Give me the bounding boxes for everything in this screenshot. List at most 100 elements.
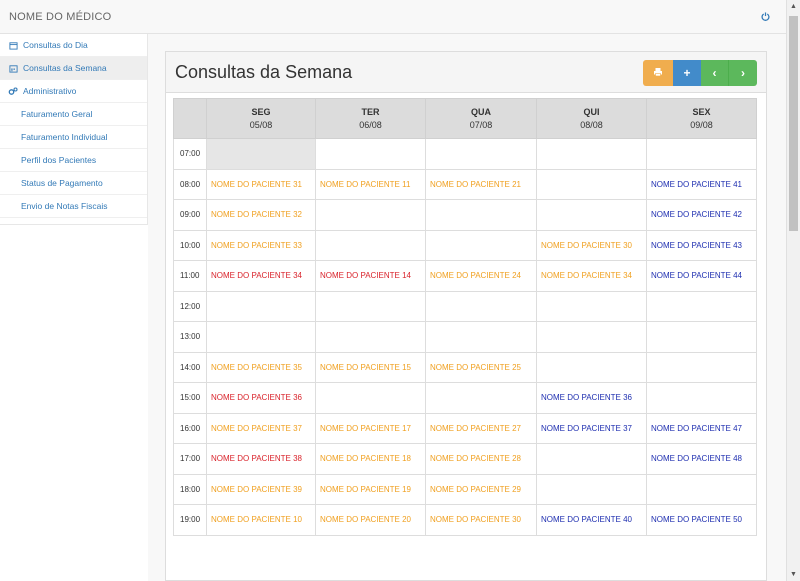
appointment-cell[interactable]: NOME DO PACIENTE 14 <box>315 260 426 292</box>
prev-week-button[interactable]: ‹ <box>701 60 729 86</box>
empty-slot-cell[interactable] <box>646 138 757 170</box>
appointment-cell[interactable]: NOME DO PACIENTE 35 <box>206 351 316 383</box>
chevron-left-icon: ‹ <box>712 66 717 80</box>
table-row: 16:00 NOME DO PACIENTE 37 NOME DO PACIENTE… <box>173 412 757 444</box>
print-button[interactable] <box>643 60 673 86</box>
sidebar-item-notas-fiscais[interactable]: Envio de Notas Fiscais <box>0 195 147 218</box>
scroll-down-icon[interactable]: ▼ <box>790 571 797 578</box>
appointment-cell[interactable]: NOME DO PACIENTE 32 <box>206 199 316 231</box>
table-row: 15:00 NOME DO PACIENTE 36 NOME DO PACIENTE… <box>173 382 757 414</box>
day-header: SEG 05/08 <box>206 98 316 139</box>
appointment-cell[interactable]: NOME DO PACIENTE 38 <box>206 443 316 475</box>
time-column-header <box>173 98 207 139</box>
empty-slot-cell[interactable] <box>646 351 757 383</box>
empty-slot-cell[interactable] <box>646 321 757 353</box>
sidebar-item-perfil-pacientes[interactable]: Perfil dos Pacientes <box>0 149 147 172</box>
appointment-cell[interactable]: NOME DO PACIENTE 18 <box>315 443 426 475</box>
appointment-cell[interactable]: NOME DO PACIENTE 17 <box>315 412 426 444</box>
empty-slot-cell[interactable] <box>425 290 537 322</box>
table-row: 09:00 NOME DO PACIENTE 32 NOME DO PACIENTE… <box>173 199 757 231</box>
time-cell: 11:00 <box>173 260 207 292</box>
appointment-cell[interactable]: NOME DO PACIENTE 44 <box>646 260 757 292</box>
empty-slot-cell[interactable] <box>425 138 537 170</box>
add-button[interactable]: + <box>673 60 701 86</box>
scroll-up-icon[interactable]: ▲ <box>790 3 797 10</box>
appointment-cell[interactable]: NOME DO PACIENTE 33 <box>206 229 316 261</box>
sidebar-item-administrativo[interactable]: Administrativo <box>0 80 147 103</box>
appointment-cell[interactable]: NOME DO PACIENTE 39 <box>206 473 316 505</box>
sidebar-item-consultas-dia[interactable]: Consultas do Dia <box>0 34 147 57</box>
empty-slot-cell[interactable] <box>425 199 537 231</box>
schedule-header-row: SEG 05/08 TER 06/08 QUA 07/08 QUI 08/08 SEX 0… <box>173 98 757 139</box>
sidebar-item-faturamento-individual[interactable]: Faturamento Individual <box>0 126 147 149</box>
appointment-cell[interactable]: NOME DO PACIENTE 10 <box>206 504 316 536</box>
empty-slot-cell[interactable] <box>315 229 426 261</box>
sidebar-item-status-pagamento[interactable]: Status de Pagamento <box>0 172 147 195</box>
empty-slot-cell[interactable] <box>315 138 426 170</box>
appointment-cell[interactable]: NOME DO PACIENTE 37 <box>206 412 316 444</box>
time-cell: 17:00 <box>173 443 207 475</box>
appointment-cell[interactable]: NOME DO PACIENTE 20 <box>315 504 426 536</box>
page-scrollbar[interactable]: ▲ ▼ <box>786 0 800 581</box>
appointment-cell[interactable]: NOME DO PACIENTE 42 <box>646 199 757 231</box>
appointment-cell[interactable]: NOME DO PACIENTE 21 <box>425 168 537 200</box>
week-schedule-table: SEG 05/08 TER 06/08 QUA 07/08 QUI 08/08 SEX 0… <box>173 98 757 536</box>
empty-slot-cell[interactable] <box>425 229 537 261</box>
empty-slot-cell[interactable] <box>315 382 426 414</box>
appointment-cell[interactable]: NOME DO PACIENTE 30 <box>425 504 537 536</box>
empty-slot-cell[interactable] <box>206 290 316 322</box>
appointment-cell[interactable]: NOME DO PACIENTE 36 <box>536 382 647 414</box>
empty-slot-cell[interactable] <box>646 382 757 414</box>
appointment-cell[interactable]: NOME DO PACIENTE 15 <box>315 351 426 383</box>
empty-slot-cell[interactable] <box>425 382 537 414</box>
empty-slot-cell[interactable] <box>536 199 647 231</box>
empty-slot-cell[interactable] <box>315 290 426 322</box>
appointment-cell[interactable]: NOME DO PACIENTE 50 <box>646 504 757 536</box>
sidebar-item-consultas-semana[interactable]: Consultas da Semana <box>0 57 147 80</box>
empty-slot-cell[interactable] <box>536 351 647 383</box>
empty-slot-cell[interactable] <box>206 321 316 353</box>
empty-slot-cell[interactable] <box>536 321 647 353</box>
sidebar-item-label: Perfil dos Pacientes <box>21 155 97 165</box>
appointment-cell[interactable]: NOME DO PACIENTE 43 <box>646 229 757 261</box>
appointment-cell[interactable]: NOME DO PACIENTE 30 <box>536 229 647 261</box>
appointment-cell[interactable]: NOME DO PACIENTE 11 <box>315 168 426 200</box>
empty-slot-cell[interactable] <box>536 290 647 322</box>
appointment-cell[interactable]: NOME DO PACIENTE 48 <box>646 443 757 475</box>
appointment-cell[interactable]: NOME DO PACIENTE 24 <box>425 260 537 292</box>
appointment-cell[interactable]: NOME DO PACIENTE 31 <box>206 168 316 200</box>
appointment-cell[interactable]: NOME DO PACIENTE 25 <box>425 351 537 383</box>
appointment-cell[interactable]: NOME DO PACIENTE 29 <box>425 473 537 505</box>
empty-slot-cell[interactable] <box>206 138 316 170</box>
appointment-cell[interactable]: NOME DO PACIENTE 47 <box>646 412 757 444</box>
empty-slot-cell[interactable] <box>536 473 647 505</box>
scroll-thumb[interactable] <box>789 16 798 231</box>
next-week-button[interactable]: › <box>729 60 757 86</box>
appointment-cell[interactable]: NOME DO PACIENTE 34 <box>206 260 316 292</box>
appointment-cell[interactable]: NOME DO PACIENTE 40 <box>536 504 647 536</box>
table-row: 10:00 NOME DO PACIENTE 33 NOME DO PACIENTE… <box>173 229 757 261</box>
time-cell: 10:00 <box>173 229 207 261</box>
empty-slot-cell[interactable] <box>646 290 757 322</box>
appointment-cell[interactable]: NOME DO PACIENTE 37 <box>536 412 647 444</box>
empty-slot-cell[interactable] <box>646 473 757 505</box>
table-row: 13:00 <box>173 321 757 353</box>
empty-slot-cell[interactable] <box>536 443 647 475</box>
empty-slot-cell[interactable] <box>536 138 647 170</box>
empty-slot-cell[interactable] <box>536 168 647 200</box>
appointment-cell[interactable]: NOME DO PACIENTE 41 <box>646 168 757 200</box>
empty-slot-cell[interactable] <box>315 321 426 353</box>
appointment-cell[interactable]: NOME DO PACIENTE 28 <box>425 443 537 475</box>
day-header: QUA 07/08 <box>425 98 537 139</box>
empty-slot-cell[interactable] <box>315 199 426 231</box>
power-icon[interactable] <box>758 9 772 23</box>
sidebar-item-faturamento-geral[interactable]: Faturamento Geral <box>0 103 147 126</box>
appointment-cell[interactable]: NOME DO PACIENTE 19 <box>315 473 426 505</box>
brand-title[interactable]: NOME DO MÉDICO <box>9 11 111 23</box>
appointment-cell[interactable]: NOME DO PACIENTE 36 <box>206 382 316 414</box>
appointment-cell[interactable]: NOME DO PACIENTE 34 <box>536 260 647 292</box>
empty-slot-cell[interactable] <box>425 321 537 353</box>
appointment-cell[interactable]: NOME DO PACIENTE 27 <box>425 412 537 444</box>
table-row: 07:00 <box>173 138 757 170</box>
time-cell: 09:00 <box>173 199 207 231</box>
